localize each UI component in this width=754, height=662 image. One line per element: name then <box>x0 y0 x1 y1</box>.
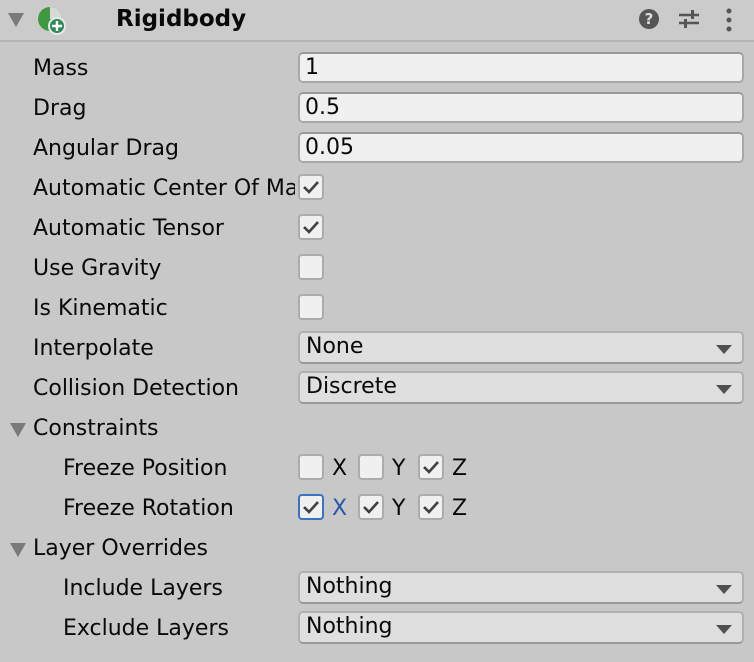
more-options-icon[interactable] <box>724 8 734 32</box>
dropdown-arrow-icon <box>716 625 732 634</box>
interpolate-dropdown[interactable]: None <box>298 331 744 364</box>
exclude-layers-value: Nothing <box>306 614 393 639</box>
checkmark-icon <box>423 501 439 514</box>
auto-tensor-label: Automatic Tensor <box>33 216 224 241</box>
freeze-rotation-z-checkbox[interactable] <box>418 494 444 520</box>
constraints-foldout[interactable]: Constraints <box>33 416 159 441</box>
angular-drag-input[interactable]: 0.05 <box>298 132 744 163</box>
layer-overrides-foldout[interactable]: Layer Overrides <box>33 536 208 561</box>
svg-text:?: ? <box>645 10 654 28</box>
use-gravity-checkbox[interactable] <box>298 254 324 280</box>
collision-detection-dropdown[interactable]: Discrete <box>298 371 744 404</box>
constraints-foldout-arrow-icon[interactable] <box>10 423 26 437</box>
interpolate-value: None <box>306 334 364 359</box>
foldout-arrow-icon[interactable] <box>8 13 24 27</box>
freeze-rotation-y-checkbox[interactable] <box>358 494 384 520</box>
auto-tensor-checkbox[interactable] <box>298 214 324 240</box>
is-kinematic-label: Is Kinematic <box>33 296 168 321</box>
exclude-layers-dropdown[interactable]: Nothing <box>298 611 744 644</box>
collision-detection-value: Discrete <box>306 374 397 399</box>
freeze-rotation-label: Freeze Rotation <box>63 496 234 521</box>
dropdown-arrow-icon <box>716 345 732 354</box>
checkmark-icon <box>303 181 319 194</box>
component-title: Rigidbody <box>116 6 247 32</box>
component-header[interactable]: Rigidbody ? <box>0 0 754 42</box>
mass-input[interactable]: 1 <box>298 52 744 83</box>
checkmark-icon <box>363 501 379 514</box>
rigidbody-component-icon <box>38 7 66 35</box>
include-layers-value: Nothing <box>306 574 393 599</box>
angular-drag-label: Angular Drag <box>33 136 179 161</box>
preset-sliders-icon[interactable] <box>678 8 700 30</box>
help-icon[interactable]: ? <box>638 8 660 30</box>
collision-detection-label: Collision Detection <box>33 376 240 401</box>
drag-input[interactable]: 0.5 <box>298 92 744 123</box>
checkmark-icon <box>303 221 319 234</box>
include-layers-dropdown[interactable]: Nothing <box>298 571 744 604</box>
auto-center-of-mass-checkbox[interactable] <box>298 174 324 200</box>
layer-overrides-foldout-arrow-icon[interactable] <box>10 543 26 557</box>
checkmark-icon <box>303 501 319 514</box>
checkmark-icon <box>423 461 439 474</box>
axis-x-label: X <box>332 456 348 481</box>
freeze-position-label: Freeze Position <box>63 456 228 481</box>
axis-x-label: X <box>332 496 348 521</box>
freeze-position-x-checkbox[interactable] <box>298 454 324 480</box>
exclude-layers-label: Exclude Layers <box>63 616 229 641</box>
freeze-position-y-checkbox[interactable] <box>358 454 384 480</box>
interpolate-label: Interpolate <box>33 336 154 361</box>
freeze-rotation-x-checkbox[interactable] <box>298 494 324 520</box>
dropdown-arrow-icon <box>716 585 732 594</box>
axis-z-label: Z <box>452 456 468 481</box>
drag-label: Drag <box>33 96 87 121</box>
use-gravity-label: Use Gravity <box>33 256 162 281</box>
mass-label: Mass <box>33 56 89 81</box>
include-layers-label: Include Layers <box>63 576 223 601</box>
axis-y-label: Y <box>392 496 406 521</box>
is-kinematic-checkbox[interactable] <box>298 294 324 320</box>
freeze-position-z-checkbox[interactable] <box>418 454 444 480</box>
auto-center-of-mass-label: Automatic Center Of Mass <box>33 176 295 201</box>
axis-y-label: Y <box>392 456 406 481</box>
dropdown-arrow-icon <box>716 385 732 394</box>
axis-z-label: Z <box>452 496 468 521</box>
